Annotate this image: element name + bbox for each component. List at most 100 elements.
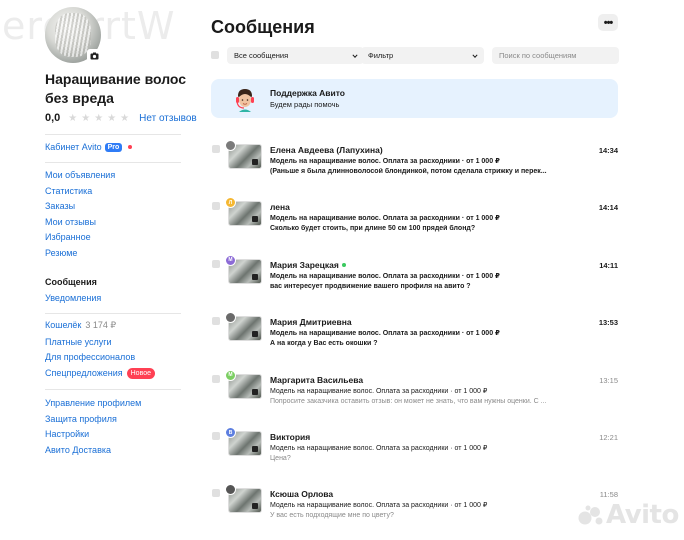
sidebar-item-special-offers[interactable]: Спецпредложения Новое: [45, 366, 155, 382]
message-row[interactable]: Елена Авдеева (Лапухина) Модель на наращи…: [211, 140, 619, 190]
sender-name: Ксюша Орлова: [270, 489, 333, 499]
divider: [45, 162, 181, 163]
message-checkbox[interactable]: [212, 317, 220, 326]
message-preview: У вас есть подходящие мне по цвету?: [270, 512, 394, 520]
listing-title: Модель на наращивание волос. Оплата за р…: [270, 215, 500, 223]
sender-name-text: Виктория: [270, 432, 311, 442]
message-preview: А на когда у Вас есть окошки ?: [270, 340, 378, 348]
sidebar-item-orders[interactable]: Заказы: [45, 199, 115, 215]
sender-avatar: М: [225, 254, 236, 266]
message-type-select[interactable]: Все сообщения: [227, 47, 364, 64]
message-checkbox[interactable]: [212, 202, 220, 211]
sender-avatar: В: [225, 427, 236, 438]
camera-icon[interactable]: [87, 49, 101, 63]
message-row[interactable]: М Маргарита Васильева Модель на наращивани…: [211, 369, 619, 420]
message-preview: (Раньше я была длинноволосой блондинкой,…: [270, 168, 547, 175]
cabinet-link[interactable]: Кабинет Avito Pro: [45, 142, 133, 152]
sidebar-item-profile-management[interactable]: Управление профилем: [45, 396, 141, 412]
chevron-down-icon: [352, 53, 358, 58]
message-time: 14:14: [598, 203, 618, 213]
sidebar-item-my-reviews[interactable]: Мои отзывы: [45, 215, 115, 231]
message-row[interactable]: В Виктория Модель на наращивание волос. Оп…: [211, 427, 619, 477]
sender-avatar: [225, 140, 236, 151]
sidebar-item-messages[interactable]: Сообщения: [45, 275, 101, 291]
no-reviews-link[interactable]: Нет отзывов: [139, 113, 197, 124]
message-row[interactable]: М Мария Зарецкая Модель на наращивание вол…: [211, 254, 619, 305]
star-icon: ★: [68, 112, 78, 124]
sender-name: лена: [270, 202, 290, 212]
sidebar-item-for-pros[interactable]: Для профессионалов: [45, 350, 155, 366]
star-icon: ★: [94, 112, 104, 124]
sidebar-item-avito-delivery[interactable]: Авито Доставка: [45, 443, 141, 459]
sender-name-text: Мария Зарецкая: [270, 259, 339, 270]
message-checkbox[interactable]: [212, 259, 220, 268]
more-options-button[interactable]: •••: [598, 14, 618, 31]
nav-group-services: Кошелёк 3 174 ₽ Платные услуги Для профе…: [45, 318, 155, 381]
sidebar-item-settings[interactable]: Настройки: [45, 427, 141, 443]
message-preview: вас интересует продвижение вашего профил…: [270, 282, 471, 290]
notification-dot: [128, 145, 133, 149]
sidebar: Наращивание волос без вреда 0,0 ★ ★ ★ ★ …: [0, 0, 200, 540]
wallet-amount: 3 174 ₽: [85, 320, 117, 330]
sidebar-item-paid-services[interactable]: Платные услуги: [45, 335, 155, 351]
sidebar-item-statistics[interactable]: Статистика: [45, 184, 115, 200]
avito-logo-icon: [578, 505, 603, 525]
support-title: Поддержка Авито: [270, 88, 345, 98]
message-checkbox[interactable]: [212, 374, 220, 383]
message-row[interactable]: Ксюша Орлова Модель на наращивание волос.…: [211, 484, 619, 534]
listing-title: Модель на наращивание волос. Оплата за р…: [270, 387, 488, 395]
sidebar-item-my-ads[interactable]: Мои объявления: [45, 168, 115, 184]
cabinet-label: Кабинет Avito: [45, 142, 102, 152]
nav-group-main: Мои объявления Статистика Заказы Мои отз…: [45, 168, 115, 262]
divider: [45, 134, 181, 135]
listing-title: Модель на наращивание волос. Оплата за р…: [270, 272, 500, 280]
sender-name-text: лена: [270, 202, 290, 213]
sidebar-item-wallet[interactable]: Кошелёк 3 174 ₽: [45, 318, 155, 334]
message-type-value: Все сообщения: [234, 51, 289, 60]
message-time: 13:15: [599, 375, 618, 385]
message-checkbox[interactable]: [212, 432, 220, 440]
message-preview: Попросите заказчика оставить отзыв: он м…: [270, 397, 547, 405]
sender-avatar-letter: М: [228, 257, 233, 264]
special-offers-label: Спецпредложения: [45, 367, 123, 378]
star-icon: ★: [107, 112, 117, 124]
message-row[interactable]: Мария Дмитриевна Модель на наращивание во…: [211, 312, 619, 362]
filter-value: Фильтр: [368, 51, 394, 60]
rating-row: 0,0 ★ ★ ★ ★ ★ Нет отзывов: [45, 112, 197, 124]
message-time: 11:58: [599, 490, 618, 500]
rating-value: 0,0: [45, 112, 61, 124]
sidebar-item-notifications[interactable]: Уведомления: [45, 291, 101, 307]
listing-title: Модель на наращивание волос. Оплата за р…: [270, 158, 500, 165]
sidebar-item-favorites[interactable]: Избранное: [45, 230, 115, 246]
sender-name: Елена Авдеева (Лапухина): [270, 145, 383, 155]
listing-title: Модель на наращивание волос. Оплата за р…: [270, 330, 500, 338]
message-time: 14:11: [599, 260, 618, 270]
sender-name-text: Ксюша Орлова: [270, 489, 334, 500]
page-title: Сообщения: [211, 17, 315, 37]
sender-name: Маргарита Васильева: [270, 375, 363, 385]
message-row[interactable]: Ллена Модель на наращивание волос. Оплата…: [211, 197, 619, 247]
divider: [45, 313, 181, 314]
support-banner[interactable]: Поддержка Авито Будем рады помочь: [211, 79, 618, 118]
sender-name-text: Мария Дмитриевна: [270, 317, 352, 328]
message-checkbox[interactable]: [212, 489, 220, 498]
message-checkbox[interactable]: [212, 145, 220, 153]
sender-name: Виктория: [270, 432, 310, 442]
chevron-down-icon: [472, 53, 478, 58]
sender-name: Мария Зарецкая: [270, 260, 346, 270]
nav-group-messages: Сообщения Уведомления: [45, 275, 101, 306]
online-indicator: [341, 262, 346, 267]
filter-select[interactable]: Фильтр: [361, 47, 484, 64]
sender-avatar-letter: Л: [228, 199, 233, 206]
message-preview: Цена?: [270, 455, 291, 462]
search-input[interactable]: [492, 47, 619, 64]
select-all-checkbox[interactable]: [211, 51, 219, 59]
star-icon: ★: [120, 112, 130, 124]
divider: [45, 389, 181, 390]
avito-watermark: Avito: [578, 500, 679, 530]
sidebar-item-profile-protection[interactable]: Защита профиля: [45, 412, 141, 428]
message-time: 13:53: [598, 318, 618, 328]
sidebar-item-resume[interactable]: Резюме: [45, 246, 115, 262]
sender-avatar: М: [225, 369, 236, 381]
sender-name-text: Маргарита Васильева: [270, 374, 364, 385]
